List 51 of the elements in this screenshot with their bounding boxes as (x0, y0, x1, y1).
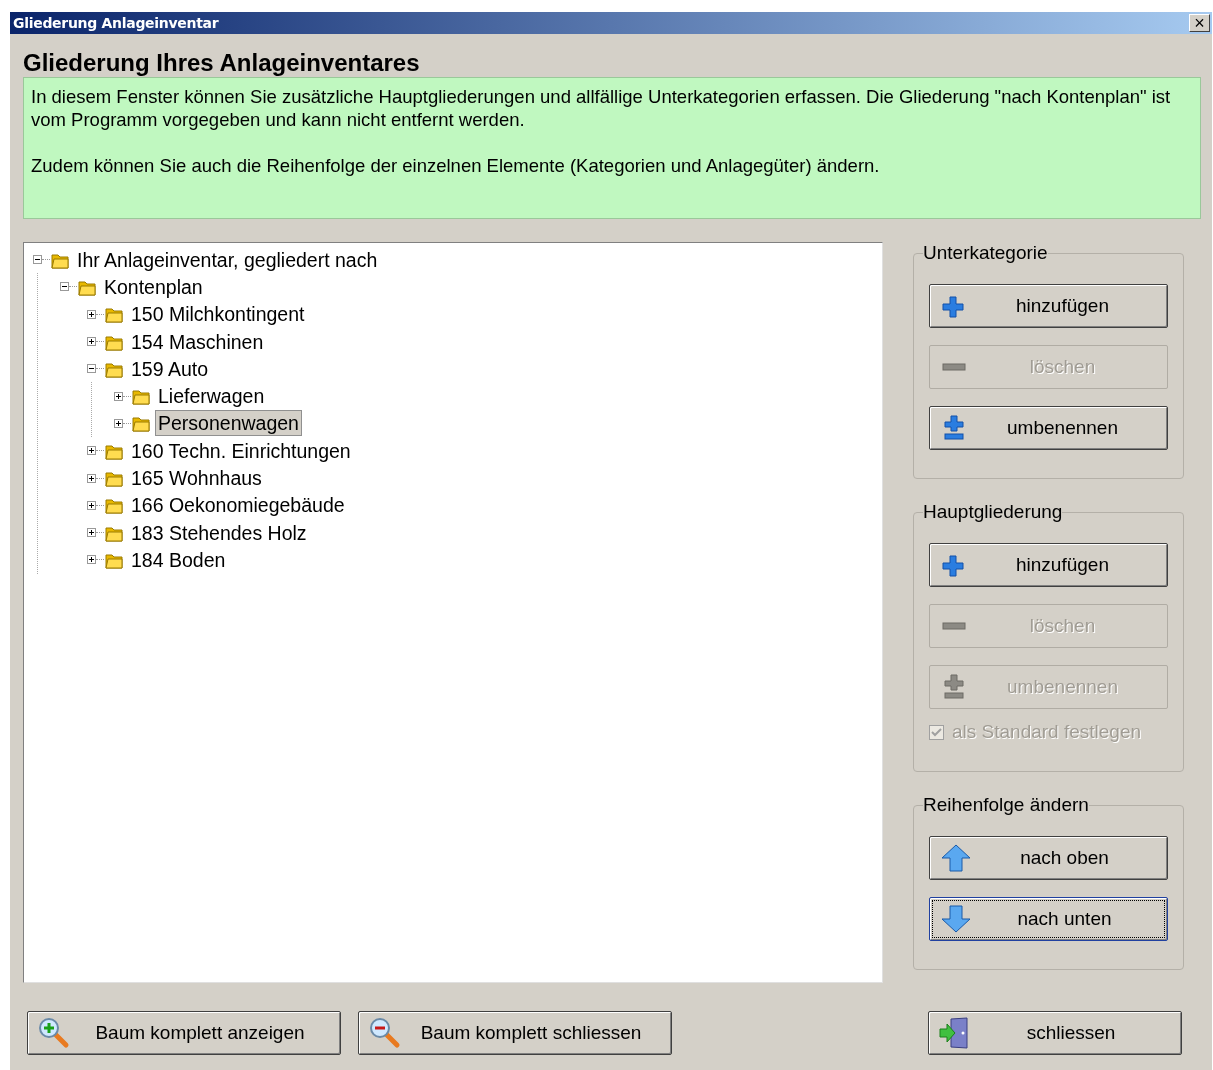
dialog-button[interactable]: Baum komplett anzeigen (27, 1011, 341, 1055)
expand-icon[interactable] (87, 555, 96, 565)
folder-icon (105, 305, 123, 324)
checkbox-icon (929, 724, 944, 740)
tree-item[interactable]: 160 Techn. Einrichtungen (128, 437, 354, 464)
dialog-button[interactable]: hinzufügen (929, 284, 1168, 328)
info-text: In diesem Fenster können Sie zusätzliche Hauptgliederungen und allfällige Unterkategorien erfassen. Die Gliederung "nach Kontenplan" ist vom Programm vorgegeben und kann nicht entfernt werden. (31, 85, 1172, 131)
tree-item[interactable]: Lieferwagen (155, 383, 268, 410)
expand-icon[interactable] (87, 473, 96, 483)
expand-icon[interactable] (87, 309, 96, 319)
close-button[interactable]: × (1189, 14, 1210, 32)
arrow-up-icon (940, 844, 972, 872)
dialog-button[interactable]: hinzufügen (929, 543, 1168, 587)
dialog-heading: Gliederung Ihres Anlageinventares (23, 48, 421, 78)
group-title: Reihenfolge ändern (923, 794, 1089, 816)
folder-icon (132, 387, 150, 406)
tree-item[interactable]: 165 Wohnhaus (128, 465, 265, 491)
arrow-down-icon (940, 905, 972, 933)
folder-icon (105, 496, 123, 515)
tree-item[interactable]: 166 Oekonomiegebäude (128, 492, 348, 519)
folder-icon (132, 414, 150, 433)
expand-icon[interactable] (87, 528, 96, 538)
collapse-icon[interactable] (60, 282, 69, 292)
zoom-out-icon (369, 1017, 401, 1049)
tree-item[interactable]: 154 Maschinen (128, 328, 267, 355)
folder-icon (105, 469, 123, 487)
tree-item[interactable]: 184 Boden (128, 546, 229, 573)
dialog-button[interactable]: nach unten (929, 897, 1168, 941)
collapse-icon[interactable] (33, 255, 42, 265)
dialog-button[interactable]: Baum komplett schliessen (358, 1011, 672, 1055)
expand-icon[interactable] (114, 418, 123, 428)
expand-icon[interactable] (114, 391, 123, 401)
dialog-button[interactable]: umbenennen (929, 406, 1168, 450)
tree-item[interactable]: Ihr Anlageinventar, gegliedert nach (74, 246, 381, 273)
collapse-icon[interactable] (87, 364, 96, 374)
group-title: Hauptgliederung (923, 501, 1063, 523)
dialog-button[interactable]: nach oben (929, 836, 1168, 880)
tree-item[interactable]: Personenwagen (155, 410, 302, 437)
tree-item[interactable]: 159 Auto (128, 355, 211, 382)
dialog-button[interactable]: schliessen (928, 1011, 1182, 1055)
zoom-in-icon (38, 1017, 70, 1049)
expand-icon[interactable] (87, 500, 96, 510)
expand-icon[interactable] (87, 446, 96, 456)
window-title: Gliederung Anlageinventar (13, 15, 219, 31)
tree-item[interactable]: Kontenplan (101, 273, 206, 300)
exit-door-icon (939, 1017, 971, 1049)
tree-item[interactable]: 183 Stehendes Holz (128, 519, 310, 546)
expand-icon[interactable] (87, 337, 96, 347)
tree-item[interactable]: 150 Milchkontingent (128, 301, 308, 328)
info-text: Zudem können Sie auch die Reihenfolge der einzelnen Elemente (Kategorien und Anlagegüter) ändern. (31, 154, 881, 177)
group-title: Unterkategorie (923, 242, 1048, 264)
